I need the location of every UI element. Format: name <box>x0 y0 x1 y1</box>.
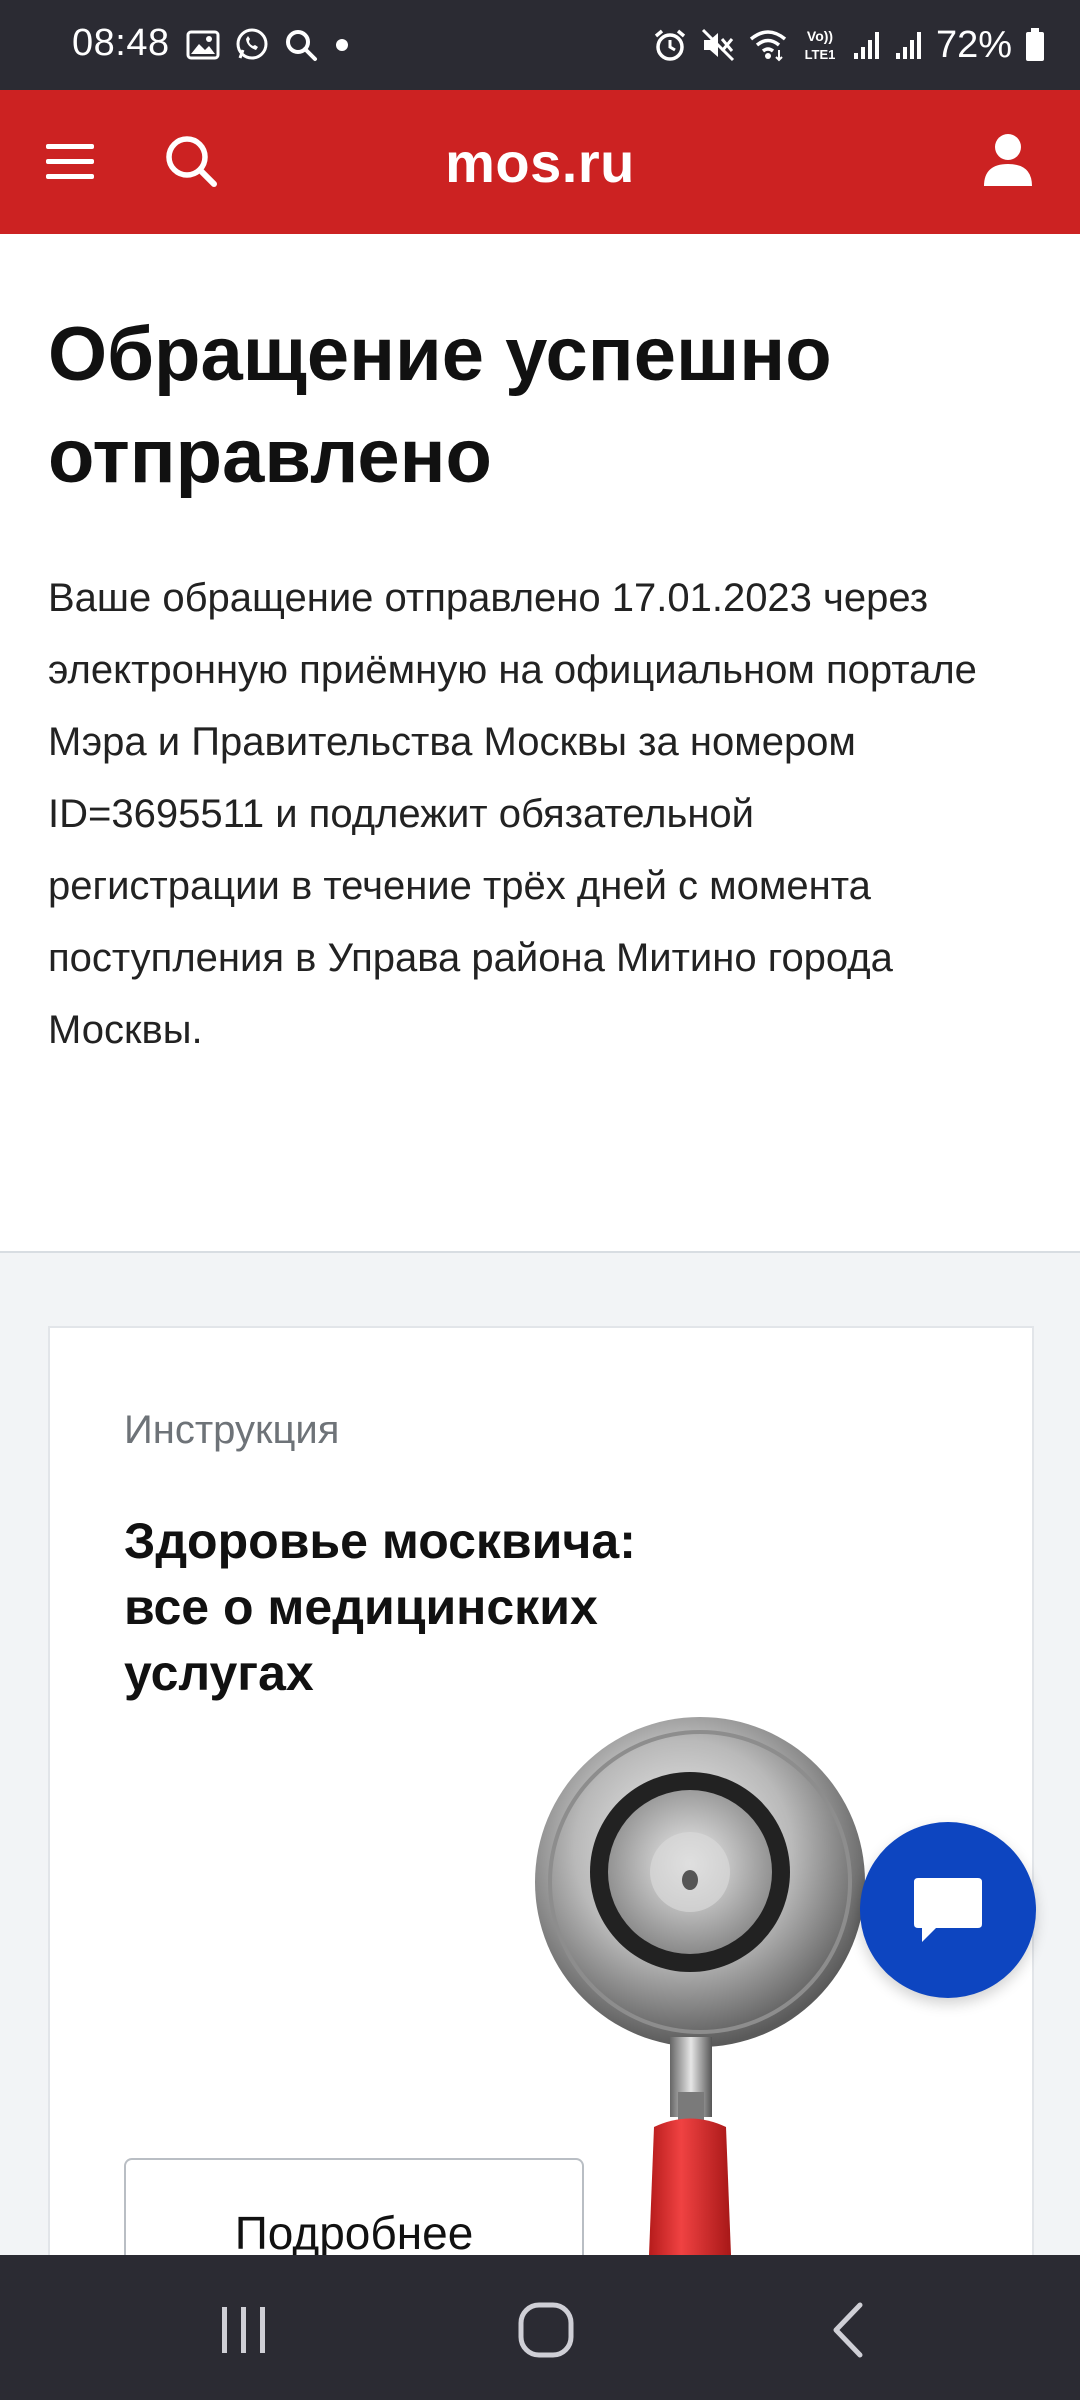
status-bar: 08:48 Vo)) LTE1 72% <box>0 0 1080 90</box>
promo-card[interactable]: Инструкция Здоровье москвича: все о меди… <box>48 1326 1034 2290</box>
recents-icon <box>222 2307 265 2353</box>
confirmation-line: Мэра и Правительства Москвы за номером <box>48 720 856 764</box>
stethoscope-illustration <box>535 1717 865 2288</box>
page-title-line: Обращение успешно <box>48 312 832 397</box>
user-button[interactable] <box>980 130 1036 192</box>
search-icon <box>284 28 318 62</box>
svg-text:LTE1: LTE1 <box>805 47 836 62</box>
back-button[interactable] <box>808 2295 888 2365</box>
card-title: Здоровье москвича: все о медицинских усл… <box>124 1508 684 1706</box>
card-title-line: все о медицинских <box>124 1579 598 1635</box>
battery-percent: 72% <box>935 23 1012 66</box>
mute-icon <box>700 27 736 63</box>
card-category: Инструкция <box>124 1408 340 1452</box>
system-nav-bar <box>0 2255 1080 2400</box>
dot-icon <box>332 35 352 55</box>
signal-icon <box>852 29 882 61</box>
home-icon <box>518 2302 574 2358</box>
recents-button[interactable] <box>204 2295 284 2365</box>
site-header: mos.ru <box>0 90 1080 234</box>
confirmation-line: поступления в Управа района Митино город… <box>48 936 893 980</box>
chat-button[interactable] <box>860 1822 1036 1998</box>
status-left-icons <box>186 24 352 66</box>
card-title-line: Здоровье москвича: <box>124 1513 636 1569</box>
confirmation-line: Ваше обращение отправлено 17.01.2023 чер… <box>48 576 929 620</box>
page-title-line: отправлено <box>48 414 492 499</box>
user-icon <box>984 134 1032 186</box>
page-title: Обращение успешно отправлено <box>48 304 1028 508</box>
svg-text:Vo)): Vo)) <box>807 28 833 44</box>
back-icon <box>833 2302 863 2358</box>
chat-icon <box>914 1878 982 1942</box>
status-time: 08:48 <box>72 22 170 64</box>
confirmation-line: ID=3695511 и подлежит обязательной <box>48 792 755 836</box>
whatsapp-icon <box>234 27 270 63</box>
wifi-icon <box>748 28 788 62</box>
main-content: Обращение успешно отправлено Ваше обраще… <box>0 234 1080 1252</box>
alarm-icon <box>652 27 688 63</box>
confirmation-line: регистрации в течение трёх дней с момент… <box>48 864 871 908</box>
confirmation-line: электронную приёмную на официальном порт… <box>48 648 977 692</box>
signal-icon <box>894 29 924 61</box>
status-right-icons: Vo)) LTE1 72% <box>652 22 1046 68</box>
confirmation-line: Москвы. <box>48 1008 203 1052</box>
home-button[interactable] <box>506 2295 586 2365</box>
site-logo[interactable]: mos.ru <box>0 130 1080 195</box>
card-title-line: услугах <box>124 1645 314 1701</box>
battery-icon <box>1024 27 1046 63</box>
volte-icon: Vo)) LTE1 <box>800 25 840 65</box>
gallery-icon <box>186 30 220 60</box>
confirmation-text: Ваше обращение отправлено 17.01.2023 чер… <box>48 562 1038 1066</box>
